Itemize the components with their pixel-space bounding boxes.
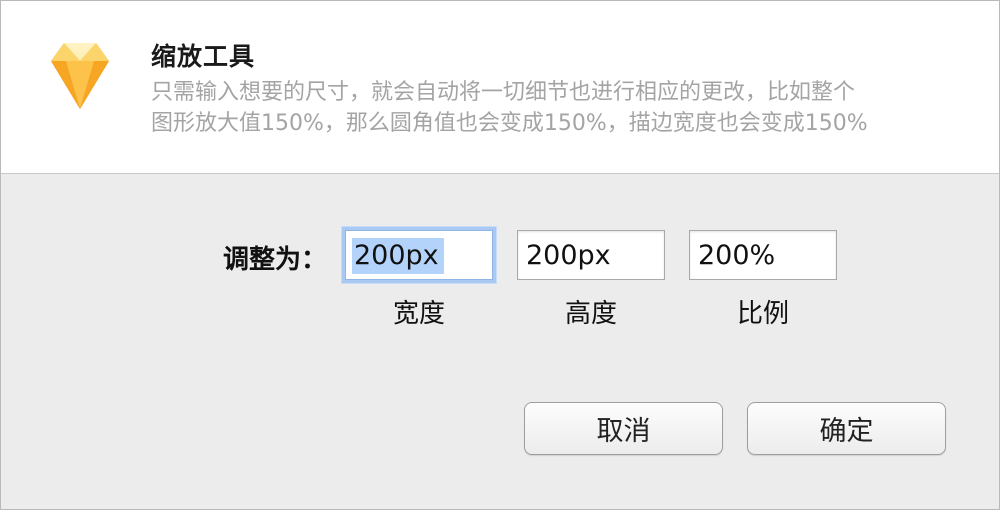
scale-dialog: 缩放工具 只需输入想要的尺寸，就会自动将一切细节也进行相应的更改，比如整个 图形…	[0, 0, 1000, 510]
dialog-description: 只需输入想要的尺寸，就会自动将一切细节也进行相应的更改，比如整个 图形放大值15…	[151, 77, 981, 139]
resize-to-label: 调整为：	[223, 245, 328, 275]
scale-field[interactable]	[689, 230, 837, 280]
ok-button[interactable]: 确定	[747, 402, 946, 455]
sketch-diamond-icon	[51, 43, 109, 109]
dialog-title: 缩放工具	[151, 42, 256, 71]
width-input[interactable]	[346, 231, 492, 279]
height-caption: 高度	[564, 299, 617, 329]
description-line-1: 只需输入想要的尺寸，就会自动将一切细节也进行相应的更改，比如整个	[151, 80, 856, 105]
dialog-header: 缩放工具 只需输入想要的尺寸，就会自动将一切细节也进行相应的更改，比如整个 图形…	[1, 1, 999, 174]
width-caption: 宽度	[392, 299, 445, 329]
height-field[interactable]	[517, 230, 665, 280]
height-input[interactable]	[518, 231, 664, 279]
scale-caption: 比例	[736, 299, 789, 329]
description-line-2: 图形放大值150%，那么圆角值也会变成150%，描边宽度也会变成150%	[151, 111, 868, 136]
cancel-button[interactable]: 取消	[524, 402, 723, 455]
width-field[interactable]	[345, 230, 493, 280]
scale-input[interactable]	[690, 231, 836, 279]
